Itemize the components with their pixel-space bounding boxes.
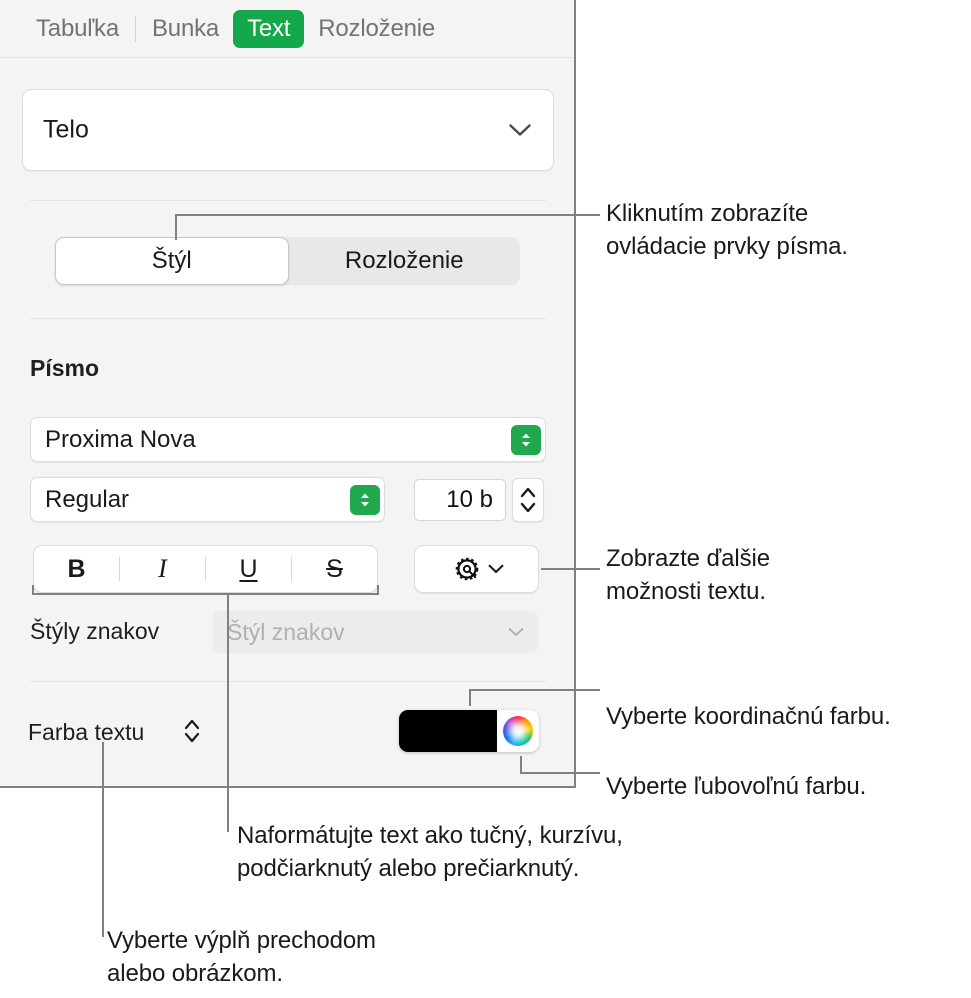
font-size-value: 10 b [446,486,493,513]
up-down-chevrons-icon [520,487,536,513]
color-wheel-icon [503,716,533,746]
chevron-down-icon [509,124,531,136]
annotation-fill: Vyberte výplň prechodom alebo obrázkom. [107,927,376,987]
font-size-input[interactable]: 10 b [414,479,506,521]
annotation-style-toggle: Kliknutím zobrazíte ovládacie prvky písm… [606,200,848,260]
character-styles-label: Štýly znakov [30,618,160,644]
text-color-control[interactable] [399,710,539,752]
text-style-button-group[interactable]: B I U S [33,545,378,593]
chevron-down-icon [488,564,503,574]
tab-rozlozenie[interactable]: Rozloženie [304,10,449,48]
up-down-arrows-icon [511,424,541,455]
annotation-formatting: Naformátujte text ako tučný, kurzívu, po… [237,822,623,882]
inspector-tab-bar: Tabuľka Bunka Text Rozloženie [0,0,574,58]
style-layout-segmented-control[interactable]: Štýl Rozloženie [55,237,520,285]
italic-button[interactable]: I [120,546,205,592]
chevron-down-icon [508,628,524,636]
up-down-arrows-icon [350,484,380,515]
font-family-value: Proxima Nova [45,425,196,453]
divider-font-section [30,318,546,319]
tab-divider [135,15,136,42]
bold-button[interactable]: B [34,546,119,592]
annotation-coordinated-color: Vyberte koordinačnú farbu. [606,703,891,730]
annotation-gear: Zobrazte ďalšie možnosti textu. [606,545,770,605]
tab-bunka[interactable]: Bunka [138,10,233,48]
text-options-gear-button[interactable] [414,545,539,593]
color-swatch-button[interactable] [399,710,497,752]
divider-top [30,200,546,201]
font-section-title: Písmo [30,355,100,381]
segment-styl[interactable]: Štýl [55,237,289,285]
font-style-value: Regular [45,485,130,513]
strikethrough-button[interactable]: S [292,546,377,592]
color-wheel-button[interactable] [497,710,539,752]
paragraph-style-popup[interactable]: Telo [22,89,554,171]
up-down-arrows-icon[interactable] [183,718,201,744]
font-style-popup[interactable]: Regular [30,477,385,522]
segment-rozlozenie[interactable]: Rozloženie [289,237,521,285]
underline-button[interactable]: U [206,546,291,592]
font-family-popup[interactable]: Proxima Nova [30,417,546,462]
text-color-label: Farba textu [28,719,145,745]
divider-color-section [30,681,546,682]
paragraph-style-value: Telo [43,115,89,144]
tab-tabulka[interactable]: Tabuľka [22,10,133,48]
character-style-placeholder: Štýl znakov [227,618,345,645]
character-style-popup[interactable]: Štýl znakov [213,611,538,653]
tab-text[interactable]: Text [233,9,305,48]
gear-icon [455,557,478,581]
font-size-stepper[interactable] [512,478,544,522]
text-inspector-panel: Tabuľka Bunka Text Rozloženie Telo Štýl … [0,0,576,788]
annotation-any-color: Vyberte ľubovoľnú farbu. [606,773,867,800]
